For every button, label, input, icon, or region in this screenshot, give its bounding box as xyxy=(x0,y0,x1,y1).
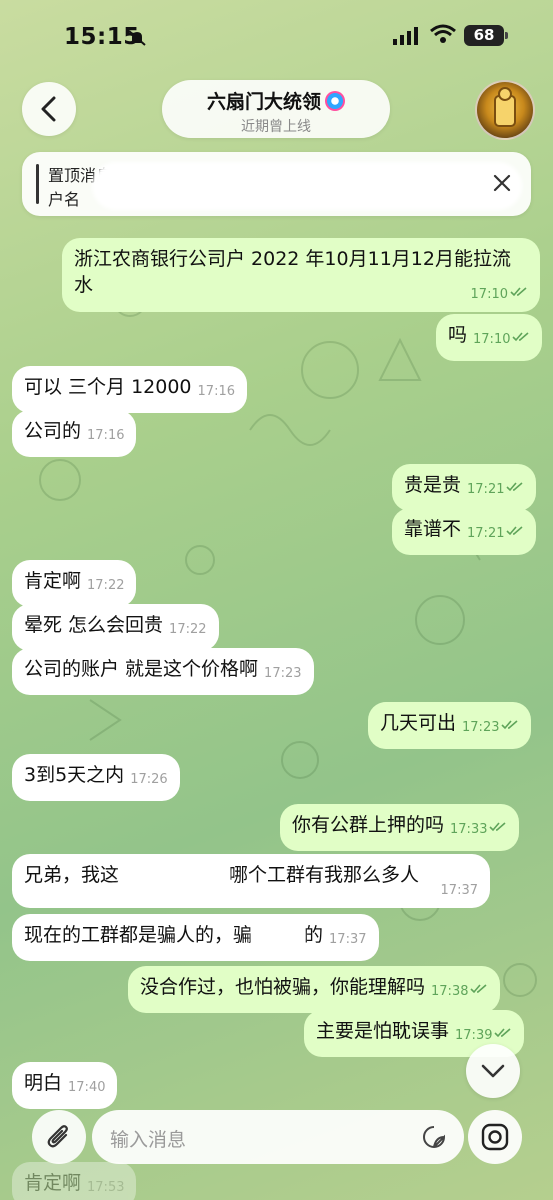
redaction xyxy=(252,924,305,947)
camera-icon xyxy=(481,1123,509,1151)
message-time: 17:21 xyxy=(467,482,505,497)
message-time: 17:23 xyxy=(462,720,500,735)
wifi-icon xyxy=(430,24,456,43)
battery-indicator: 68 xyxy=(464,25,508,46)
read-ticks-icon xyxy=(489,822,507,832)
redaction xyxy=(92,162,522,210)
chevron-left-icon xyxy=(41,96,56,122)
chevron-down-icon xyxy=(481,1064,505,1078)
message-time: 17:23 xyxy=(264,666,302,681)
message-time: 17:39 xyxy=(455,1028,493,1043)
message-text: 肯定啊 xyxy=(24,570,82,592)
sticker-icon[interactable] xyxy=(422,1125,446,1149)
message-time: 17:26 xyxy=(130,772,168,787)
message-time: 17:37 xyxy=(440,883,478,898)
message-text: 公司的账户 就是这个价格啊 xyxy=(24,658,259,680)
read-ticks-icon xyxy=(506,526,524,536)
message-text: 贵是贵 xyxy=(404,474,462,496)
message-bubble[interactable]: 兄弟，我这 哪个工群有我那么多人 17:37 xyxy=(12,854,490,908)
message-text: 吗 xyxy=(448,324,468,346)
message-bubble[interactable]: 靠谱不 17:21 xyxy=(392,508,537,555)
message-time: 17:10 xyxy=(473,332,511,347)
message-bubble[interactable]: 3到5天之内 17:26 xyxy=(12,754,180,801)
message-text: 明白 xyxy=(24,1072,63,1094)
close-icon[interactable] xyxy=(491,172,513,194)
message-bubble[interactable]: 公司的账户 就是这个价格啊 17:23 xyxy=(12,648,314,695)
back-button[interactable] xyxy=(22,82,76,136)
status-bar: 15:15 68 xyxy=(0,0,553,70)
message-text-part: 现在的工群都是骗人的，骗 xyxy=(24,924,253,946)
message-bubble[interactable]: 你有公群上押的吗 17:33 xyxy=(280,804,520,851)
message-bubble[interactable]: 肯定啊 17:22 xyxy=(12,560,137,607)
message-text: 3到5天之内 xyxy=(24,764,125,786)
pinned-message[interactable]: 置顶消息 户名 xyxy=(22,152,531,216)
camera-button[interactable] xyxy=(468,1110,522,1164)
message-text-part: 兄弟，我这 xyxy=(24,864,120,886)
message-bubble[interactable]: 公司的 17:16 xyxy=(12,410,137,457)
message-bubble[interactable]: 吗 17:10 xyxy=(436,314,543,361)
message-text: 没合作过，也怕被骗，你能理解吗 xyxy=(140,976,426,998)
bell-muted-icon xyxy=(128,30,146,46)
message-bubble[interactable]: 浙江农商银行公司户 2022 年10月11月12月能拉流水 17:10 xyxy=(62,238,540,312)
message-text-part: 的 xyxy=(304,924,324,946)
message-text: 肯定啊 xyxy=(24,1172,82,1194)
message-time: 17:16 xyxy=(87,428,125,443)
message-text: 你有公群上押的吗 xyxy=(292,814,445,836)
attach-button[interactable] xyxy=(32,1110,86,1164)
avatar[interactable] xyxy=(475,80,535,140)
read-ticks-icon xyxy=(512,332,530,342)
read-ticks-icon xyxy=(470,984,488,994)
message-time: 17:38 xyxy=(431,984,469,999)
pinned-indicator xyxy=(36,164,39,204)
message-text: 晕死 怎么会回贵 xyxy=(24,614,164,636)
message-bubble[interactable]: 几天可出 17:23 xyxy=(368,702,532,749)
message-text: 浙江农商银行公司户 2022 年10月11月12月能拉流水 xyxy=(74,248,511,296)
paperclip-icon xyxy=(47,1125,68,1148)
message-bubble[interactable]: 可以 三个月 12000 17:16 xyxy=(12,366,247,413)
pinned-preview: 户名 xyxy=(48,190,81,209)
message-bubble[interactable]: 明白 17:40 xyxy=(12,1062,118,1109)
message-bubble[interactable]: 现在的工群都是骗人的，骗 的 17:37 xyxy=(12,914,379,961)
message-text: 几天可出 xyxy=(380,712,457,734)
chat-title[interactable]: 六扇门大统领 近期曾上线 xyxy=(162,80,390,138)
message-text: 主要是怕耽误事 xyxy=(316,1020,450,1042)
avatar-image xyxy=(494,87,516,127)
message-time: 17:10 xyxy=(470,287,508,302)
message-text-part: 哪个工群有我那么多人 xyxy=(229,864,420,886)
message-text: 可以 三个月 12000 xyxy=(24,376,192,398)
message-bubble[interactable]: 没合作过，也怕被骗，你能理解吗 17:38 xyxy=(128,966,501,1013)
message-text: 公司的 xyxy=(24,420,82,442)
message-text: 靠谱不 xyxy=(404,518,462,540)
message-time: 17:53 xyxy=(87,1180,125,1195)
message-input-placeholder: 输入消息 xyxy=(110,1129,187,1151)
message-time: 17:22 xyxy=(87,578,125,593)
redaction xyxy=(119,864,230,887)
contact-name: 六扇门大统领 xyxy=(206,91,321,113)
message-time: 17:22 xyxy=(169,622,207,637)
message-bubble: 肯定啊 17:53 xyxy=(12,1162,137,1200)
message-time: 17:16 xyxy=(197,384,235,399)
message-time: 17:37 xyxy=(329,932,367,947)
scroll-down-button[interactable] xyxy=(466,1044,520,1098)
message-bubble[interactable]: 晕死 怎么会回贵 17:22 xyxy=(12,604,219,651)
cellular-signal-icon xyxy=(393,27,418,45)
read-ticks-icon xyxy=(501,720,519,730)
message-time: 17:40 xyxy=(68,1080,106,1095)
read-ticks-icon xyxy=(506,482,524,492)
message-bubble[interactable]: 贵是贵 17:21 xyxy=(392,464,537,511)
message-time: 17:21 xyxy=(467,526,505,541)
last-seen-status: 近期曾上线 xyxy=(241,119,311,135)
message-time: 17:33 xyxy=(450,822,488,837)
premium-badge-icon xyxy=(325,90,345,111)
message-input[interactable]: 输入消息 xyxy=(92,1110,464,1164)
read-ticks-icon xyxy=(494,1028,512,1038)
read-ticks-icon xyxy=(510,287,527,297)
